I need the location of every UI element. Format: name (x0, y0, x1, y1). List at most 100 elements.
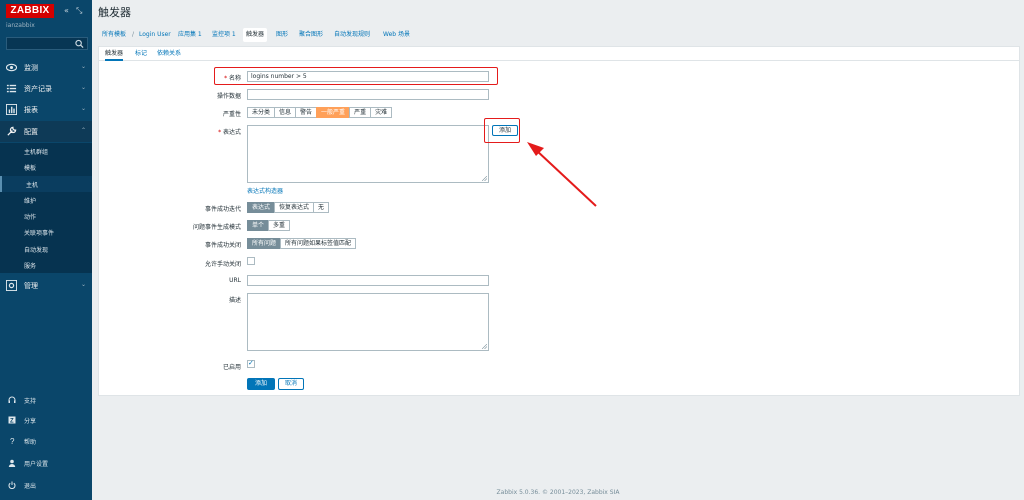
cancel-button[interactable]: 取消 (278, 378, 305, 390)
description-textarea[interactable] (247, 293, 489, 351)
bar-chart-icon (6, 104, 17, 115)
severity-selector: 未分类 信息 警告 一般严重 严重 灾难 (247, 107, 393, 118)
tab-discovery-rules[interactable]: 自动发现规则 (334, 28, 370, 42)
url-label: URL (229, 277, 241, 284)
search-input[interactable] (6, 37, 88, 50)
nav-configuration[interactable]: 配置 ⌃ (0, 121, 92, 142)
severity-disaster[interactable]: 灾难 (370, 107, 393, 118)
nav-user-settings[interactable]: 用户设置 (0, 454, 92, 472)
headset-icon (8, 396, 16, 403)
severity-not-classified[interactable]: 未分类 (247, 107, 276, 118)
nav-configuration-label: 配置 (24, 128, 38, 136)
nav-share[interactable]: Z 分享 (0, 411, 92, 429)
kiosk-mode-icon[interactable]: ⤡ (76, 6, 82, 16)
description-label: 描述 (228, 297, 241, 304)
problem-mode-label: 问题事件生成模式 (192, 224, 241, 231)
submenu-host-groups[interactable]: 主机群组 (0, 143, 92, 159)
ok-event-label: 事件成功迭代 (204, 206, 241, 213)
nav-help[interactable]: ? 帮助 (0, 432, 92, 450)
name-label: * 名称 (224, 75, 241, 82)
expression-textarea[interactable] (247, 125, 489, 183)
tab-triggers[interactable]: 触发器 (243, 28, 268, 42)
ok-close-all-problems[interactable]: 所有问题 (247, 238, 282, 249)
submit-add-button[interactable]: 添加 (247, 378, 276, 390)
manual-close-label: 允许手动关闭 (204, 261, 241, 268)
footer-copyright: Zabbix 5.0.36. © 2001–2023, Zabbix SIA (496, 489, 620, 496)
breadcrumb-separator: / (132, 31, 135, 38)
form-tab-dependencies[interactable]: 依赖关系 (157, 49, 181, 61)
ok-event-none[interactable]: 无 (313, 202, 330, 213)
collapse-sidebar-icon[interactable]: « (64, 6, 69, 16)
zabbix-logo[interactable]: ZABBIX (6, 4, 54, 18)
severity-average[interactable]: 一般严重 (316, 107, 351, 118)
power-icon (8, 481, 16, 489)
ok-close-tag-match[interactable]: 所有问题如果标签值匹配 (280, 238, 357, 249)
name-input[interactable]: logins number > 5 (247, 71, 489, 82)
breadcrumb-all-templates[interactable]: 所有模板 (102, 28, 126, 42)
tab-applications[interactable]: 应用集 1 (178, 28, 202, 42)
problem-mode-multiple[interactable]: 多重 (268, 220, 291, 231)
ok-close-label: 事件成功关闭 (204, 242, 241, 249)
ok-event-selector: 表达式 恢复表达式 无 (247, 202, 330, 213)
list-icon (6, 84, 17, 93)
manual-close-checkbox[interactable] (247, 257, 255, 265)
severity-information[interactable]: 信息 (274, 107, 297, 118)
server-name: ianzabbix (6, 22, 35, 29)
nav-reports[interactable]: 报表 ⌄ (0, 99, 92, 120)
chevron-up-icon: ⌃ (80, 127, 86, 134)
nav-sign-out-label: 退出 (24, 483, 37, 490)
url-input[interactable] (247, 275, 489, 286)
search-icon[interactable] (75, 39, 84, 49)
severity-warning[interactable]: 警告 (295, 107, 318, 118)
svg-text:?: ? (10, 437, 15, 445)
breadcrumb: 所有模板 / Login User 应用集 1 监控项 1 触发器 图形 聚合图… (98, 28, 1018, 42)
problem-mode-single[interactable]: 单个 (247, 220, 270, 231)
configuration-submenu: 主机群组 模板 主机 维护 动作 关联项事件 自动发现 服务 (0, 143, 92, 273)
page-title: 触发器 (98, 6, 131, 19)
nav-administration[interactable]: 管理 ⌄ (0, 275, 92, 296)
tab-graphs[interactable]: 图形 (276, 28, 288, 42)
logo-row: ZABBIX « ⤡ (6, 4, 88, 18)
problem-mode-selector: 单个 多重 (247, 220, 291, 231)
form-tab-trigger[interactable]: 触发器 (105, 49, 124, 61)
gear-icon (6, 280, 17, 291)
severity-label: 严重性 (222, 111, 241, 118)
nav-help-label: 帮助 (24, 439, 37, 446)
sidebar: ZABBIX « ⤡ ianzabbix 监测 ⌄ 资产记录 ⌄ 报表 ⌄ 配置… (0, 0, 92, 500)
nav-sign-out[interactable]: 退出 (0, 476, 92, 494)
ok-close-selector: 所有问题 所有问题如果标签值匹配 (247, 238, 357, 249)
nav-reports-label: 报表 (24, 106, 38, 114)
tab-web-scenarios[interactable]: Web 场景 (383, 28, 410, 42)
resize-handle-icon[interactable] (482, 344, 487, 349)
nav-inventory[interactable]: 资产记录 ⌄ (0, 78, 92, 99)
ok-event-expression[interactable]: 表达式 (247, 202, 276, 213)
ok-event-recovery-expression[interactable]: 恢复表达式 (274, 202, 315, 213)
nav-administration-label: 管理 (24, 282, 38, 290)
expression-constructor-link[interactable]: 表达式构造器 (247, 186, 283, 195)
severity-high[interactable]: 严重 (349, 107, 372, 118)
chevron-down-icon: ⌄ (80, 84, 86, 91)
form-tabbar: 触发器 标记 依赖关系 (99, 47, 1019, 61)
nav-support[interactable]: 支持 (0, 391, 92, 409)
trigger-form-panel: 触发器 标记 依赖关系 * 名称 logins number > 5 操作数据 … (98, 46, 1020, 396)
submenu-event-correlation[interactable]: 关联项事件 (0, 224, 92, 240)
operational-data-input[interactable] (247, 89, 489, 100)
form-tab-tags[interactable]: 标记 (135, 49, 147, 61)
tab-items[interactable]: 监控项 1 (212, 28, 236, 42)
submenu-actions[interactable]: 动作 (0, 208, 92, 224)
submenu-templates[interactable]: 模板 (0, 159, 92, 175)
enabled-checkbox[interactable] (247, 359, 255, 368)
submenu-maintenance[interactable]: 维护 (0, 192, 92, 208)
nav-inventory-label: 资产记录 (24, 85, 52, 93)
submenu-discovery[interactable]: 自动发现 (0, 241, 92, 257)
enabled-label: 已启用 (222, 364, 241, 371)
expression-add-button[interactable]: 添加 (492, 125, 519, 136)
nav-monitoring[interactable]: 监测 ⌄ (0, 57, 92, 78)
resize-handle-icon[interactable] (482, 176, 487, 181)
tab-screens[interactable]: 聚合图形 (299, 28, 323, 42)
breadcrumb-host[interactable]: Login User (139, 28, 171, 42)
submenu-services[interactable]: 服务 (0, 257, 92, 273)
nav-support-label: 支持 (24, 398, 37, 405)
submenu-hosts[interactable]: 主机 (0, 176, 92, 192)
wrench-icon (7, 126, 17, 136)
